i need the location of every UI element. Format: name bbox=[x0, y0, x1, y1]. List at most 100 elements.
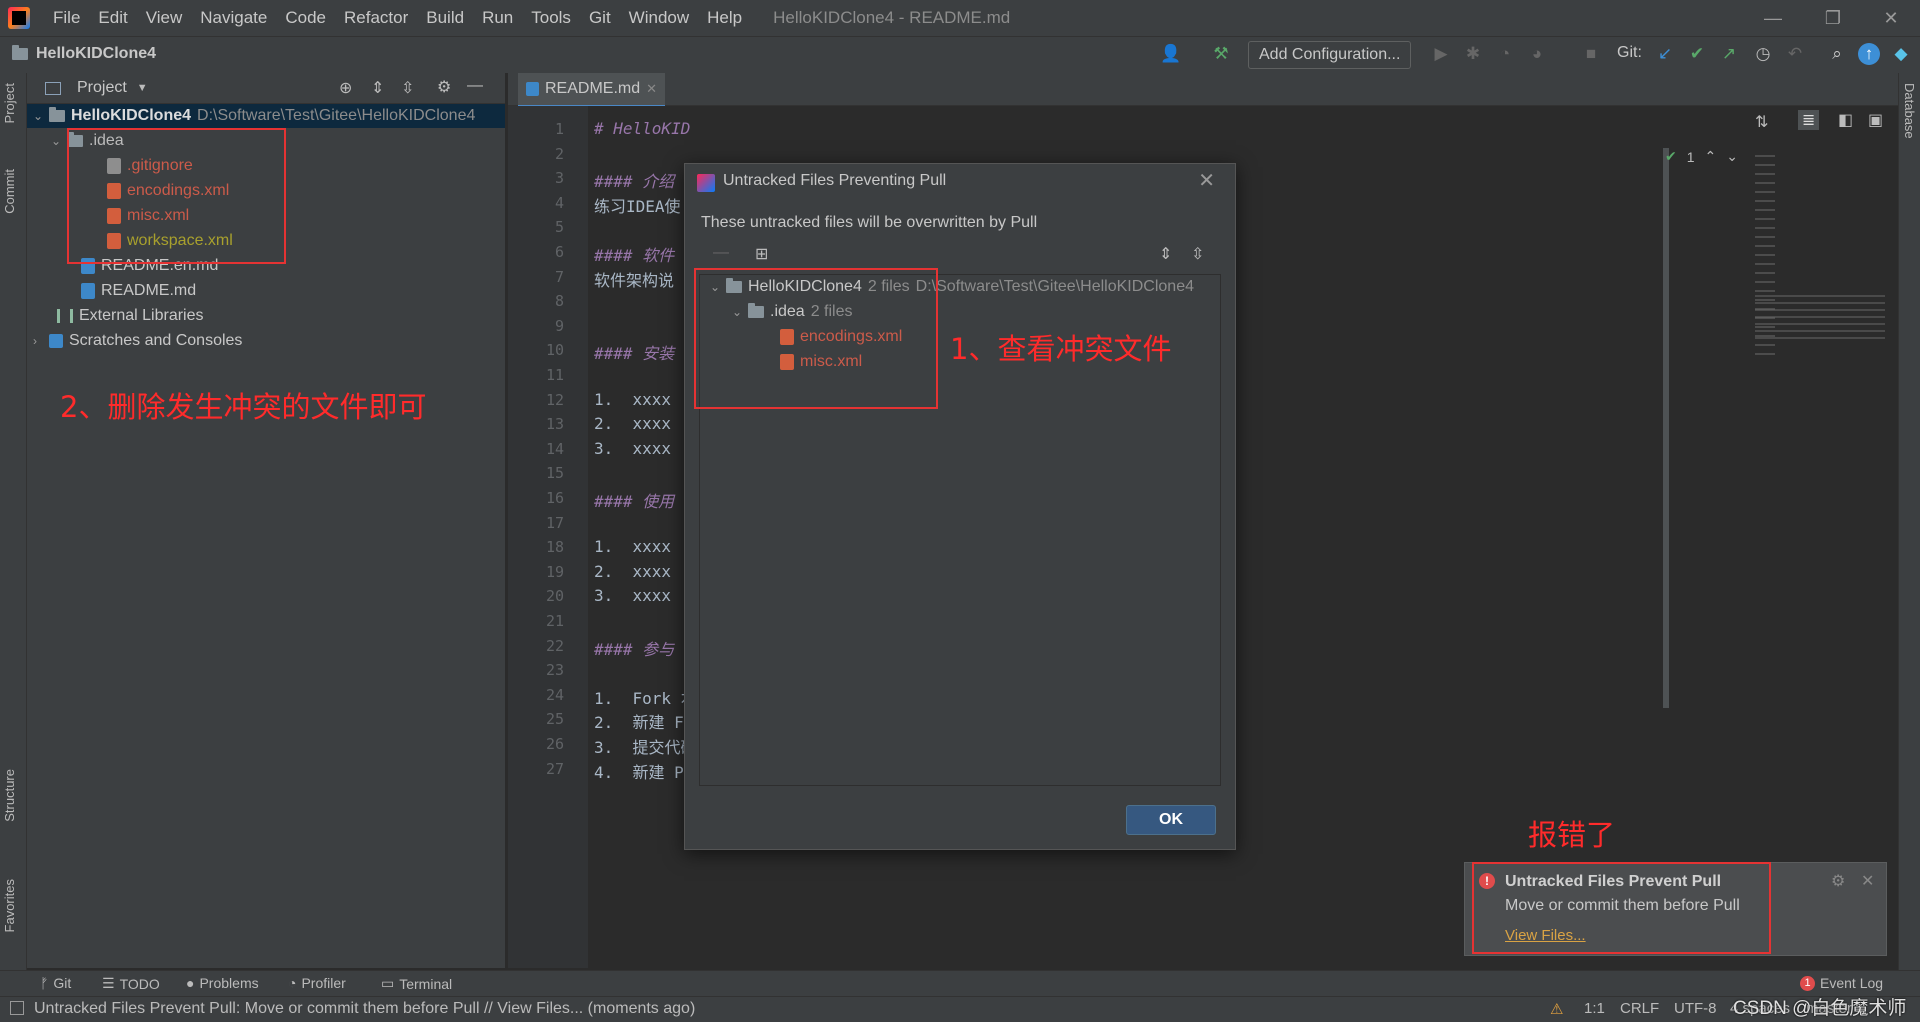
git-rollback-icon[interactable]: ↶ bbox=[1784, 43, 1806, 65]
update-icon[interactable]: ↑ bbox=[1858, 43, 1880, 65]
code-line[interactable]: 2. xxxx bbox=[594, 562, 671, 581]
project-panel-title[interactable]: Project bbox=[77, 79, 127, 97]
menu-help[interactable]: Help bbox=[698, 8, 751, 28]
editor-only-icon[interactable]: ≣ bbox=[1798, 110, 1820, 130]
chevron-down-icon[interactable]: ⌄ bbox=[51, 129, 61, 153]
minus-icon[interactable]: — bbox=[713, 244, 729, 262]
tool-profiler[interactable]: ◔ Profiler bbox=[288, 975, 346, 991]
tool-event-log[interactable]: 1 Event Log bbox=[1800, 975, 1883, 991]
code-line[interactable]: 2. xxxx bbox=[594, 414, 671, 433]
tree-external-libraries[interactable]: External Libraries bbox=[57, 304, 204, 328]
chevron-down-icon[interactable]: ▼ bbox=[137, 82, 148, 94]
code-line[interactable]: 1. xxxx bbox=[594, 537, 671, 556]
chevron-up-icon[interactable]: ⌃ bbox=[1705, 148, 1717, 165]
gear-icon[interactable]: ⚙ bbox=[1831, 871, 1845, 891]
menu-git[interactable]: Git bbox=[580, 8, 620, 28]
run-icon[interactable]: ▶ bbox=[1430, 43, 1452, 65]
menu-refactor[interactable]: Refactor bbox=[335, 8, 417, 28]
tree-item-label: External Libraries bbox=[79, 307, 204, 324]
tab-commit[interactable]: Commit bbox=[2, 169, 17, 214]
git-history-icon[interactable]: ◷ bbox=[1752, 43, 1774, 65]
locate-icon[interactable]: ⊕ bbox=[339, 78, 352, 98]
code-line[interactable]: 练习IDEA使 bbox=[594, 193, 681, 217]
group-by-icon[interactable]: ⊞ bbox=[755, 244, 768, 264]
hide-panel-icon[interactable]: — bbox=[467, 77, 483, 95]
code-with-me-icon[interactable]: ◆ bbox=[1890, 43, 1912, 65]
code-line[interactable]: 3. xxxx bbox=[594, 586, 671, 605]
toggle-tool-windows-icon[interactable] bbox=[10, 1001, 24, 1015]
ok-button[interactable]: OK bbox=[1126, 805, 1216, 835]
tool-todo[interactable]: ☰ TODO bbox=[102, 975, 160, 992]
git-update-icon[interactable]: ↙ bbox=[1654, 43, 1676, 65]
search-icon[interactable]: ⌕ bbox=[1826, 43, 1848, 65]
expand-all-icon[interactable]: ⇕ bbox=[1159, 244, 1172, 264]
coverage-icon[interactable]: ◔ bbox=[1494, 43, 1516, 65]
code-line[interactable]: 3. 提交代码 bbox=[594, 734, 697, 758]
minimize-icon[interactable]: — bbox=[1748, 0, 1798, 36]
chevron-down-icon[interactable]: ⌄ bbox=[1726, 148, 1738, 165]
profile-icon[interactable]: ◕ bbox=[1526, 43, 1548, 65]
split-view-icon[interactable]: ◧ bbox=[1838, 110, 1853, 130]
menu-edit[interactable]: Edit bbox=[89, 8, 136, 28]
stop-icon[interactable]: ■ bbox=[1580, 43, 1602, 65]
layout-toggle-icon[interactable]: ⇅ bbox=[1755, 112, 1768, 132]
add-configuration-button[interactable]: Add Configuration... bbox=[1248, 41, 1412, 69]
code-line[interactable]: #### 介绍 bbox=[594, 168, 674, 192]
tab-structure[interactable]: Structure bbox=[2, 769, 17, 822]
tab-readme[interactable]: README.md ✕ bbox=[518, 73, 666, 108]
tool-git[interactable]: ᚠ Git bbox=[40, 975, 71, 991]
preview-only-icon[interactable]: ▣ bbox=[1868, 110, 1883, 130]
close-icon[interactable]: ✕ bbox=[646, 73, 657, 105]
menu-window[interactable]: Window bbox=[620, 8, 698, 28]
tool-problems[interactable]: ● Problems bbox=[186, 975, 259, 991]
build-hammer-icon[interactable]: ⚒ bbox=[1210, 43, 1232, 65]
git-push-icon[interactable]: ↗ bbox=[1718, 43, 1740, 65]
collapse-all-icon[interactable]: ⇳ bbox=[401, 78, 414, 98]
code-line[interactable]: # HelloKID bbox=[594, 119, 690, 138]
tab-favorites[interactable]: Favorites bbox=[2, 879, 17, 932]
code-line[interactable]: #### 软件 bbox=[594, 242, 674, 266]
chevron-right-icon[interactable]: › bbox=[33, 329, 43, 353]
code-line[interactable]: #### 使用 bbox=[594, 488, 674, 512]
menu-tools[interactable]: Tools bbox=[522, 8, 580, 28]
menu-build[interactable]: Build bbox=[417, 8, 473, 28]
tree-scratches[interactable]: › Scratches and Consoles bbox=[33, 329, 242, 353]
tab-database[interactable]: Database bbox=[1902, 83, 1917, 139]
warning-icon[interactable]: ⚠ bbox=[1550, 1000, 1563, 1018]
menu-view[interactable]: View bbox=[137, 8, 192, 28]
status-message[interactable]: Untracked Files Prevent Pull: Move or co… bbox=[34, 1000, 695, 1018]
close-window-icon[interactable]: ✕ bbox=[1866, 0, 1916, 36]
inspection-widget[interactable]: ✔ 1 ⌃ ⌄ bbox=[1665, 148, 1738, 165]
code-line[interactable]: 软件架构说 bbox=[594, 267, 674, 291]
restore-icon[interactable]: ❐ bbox=[1808, 0, 1858, 36]
caret-position[interactable]: 1:1 bbox=[1584, 1000, 1605, 1017]
menu-file[interactable]: File bbox=[44, 8, 89, 28]
tool-terminal[interactable]: ▭ Terminal bbox=[381, 975, 452, 992]
expand-all-icon[interactable]: ⇕ bbox=[371, 78, 384, 98]
user-icon[interactable]: 👤 bbox=[1160, 43, 1182, 65]
line-separator[interactable]: CRLF bbox=[1620, 1000, 1659, 1017]
scrollbar[interactable] bbox=[1663, 148, 1669, 708]
breadcrumb[interactable]: HelloKIDClone4 bbox=[12, 45, 156, 63]
menu-code[interactable]: Code bbox=[276, 8, 335, 28]
menu-navigate[interactable]: Navigate bbox=[191, 8, 276, 28]
gear-icon[interactable]: ⚙ bbox=[437, 77, 451, 97]
code-line[interactable]: #### 安装 bbox=[594, 340, 674, 364]
file-encoding[interactable]: UTF-8 bbox=[1674, 1000, 1717, 1017]
todo-icon: ☰ bbox=[102, 975, 115, 991]
chevron-down-icon[interactable]: ⌄ bbox=[33, 104, 43, 128]
menu-run[interactable]: Run bbox=[473, 8, 522, 28]
breadcrumb-project[interactable]: HelloKIDClone4 bbox=[36, 45, 156, 63]
close-icon[interactable]: ✕ bbox=[1861, 871, 1874, 891]
git-commit-icon[interactable]: ✔ bbox=[1686, 43, 1708, 65]
tab-project[interactable]: Project bbox=[2, 83, 17, 123]
debug-icon[interactable]: ✱ bbox=[1462, 43, 1484, 65]
collapse-all-icon[interactable]: ⇳ bbox=[1191, 244, 1204, 264]
markdown-file-icon bbox=[526, 82, 539, 96]
code-line[interactable]: 1. xxxx bbox=[594, 390, 671, 409]
close-icon[interactable]: ✕ bbox=[1198, 168, 1215, 193]
code-line[interactable]: 3. xxxx bbox=[594, 439, 671, 458]
tree-root[interactable]: ⌄ HelloKIDClone4 D:\Software\Test\Gitee\… bbox=[27, 104, 505, 128]
code-line[interactable]: #### 参与 bbox=[594, 636, 674, 660]
tree-file[interactable]: README.md bbox=[81, 279, 196, 303]
